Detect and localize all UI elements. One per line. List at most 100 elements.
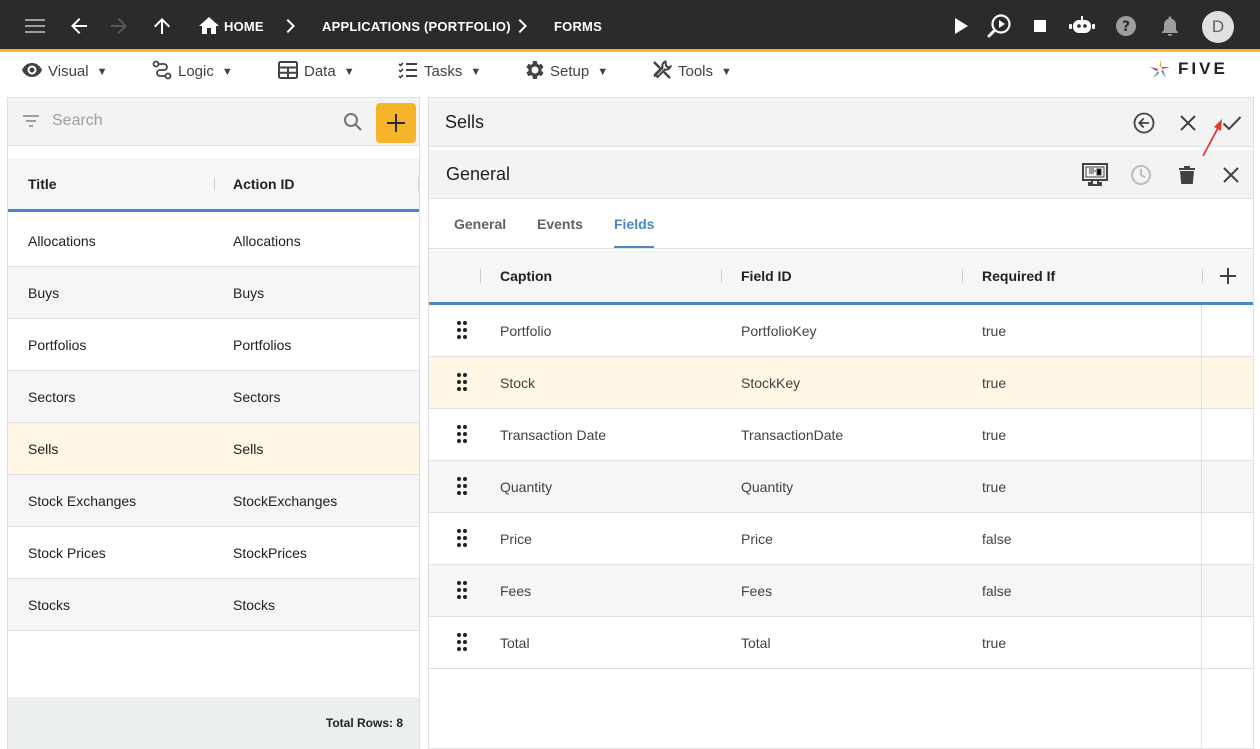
table-row[interactable]: Sectors Sectors <box>8 371 419 423</box>
chat-bot-icon[interactable] <box>1068 0 1096 52</box>
search-bar: Search <box>8 98 419 146</box>
menu-icon[interactable] <box>20 0 50 52</box>
caret-down-icon: ▼ <box>470 65 482 78</box>
home-icon[interactable] <box>198 0 220 52</box>
table-row[interactable]: Quantity Quantity true <box>429 461 1253 513</box>
menu-tasks[interactable]: Tasks ▼ <box>398 55 481 88</box>
table-row[interactable]: Allocations Allocations <box>8 215 419 267</box>
clock-icon <box>1131 164 1151 185</box>
column-divider <box>1201 409 1202 461</box>
play-icon[interactable] <box>950 0 972 52</box>
breadcrumb-forms[interactable]: FORMS <box>554 0 602 52</box>
table-row[interactable]: Stocks Stocks <box>8 579 419 631</box>
history-button[interactable] <box>1125 150 1157 199</box>
breadcrumb-home[interactable]: HOME <box>224 0 264 52</box>
table-row[interactable]: Total Total true <box>429 617 1253 669</box>
add-field-button[interactable] <box>1212 250 1244 301</box>
column-header-action-id[interactable]: Action ID <box>233 158 294 209</box>
drag-handle-icon[interactable] <box>457 477 467 500</box>
drag-handle-icon[interactable] <box>457 321 467 344</box>
cell-action-id: Buys <box>233 284 265 301</box>
table-icon <box>278 60 298 83</box>
up-arrow-icon[interactable] <box>150 0 174 52</box>
menu-data[interactable]: Data ▼ <box>278 55 355 88</box>
back-arrow-icon[interactable] <box>66 0 92 52</box>
tab-general-label: General <box>454 216 507 232</box>
menu-setup[interactable]: Setup ▼ <box>524 55 608 88</box>
column-divider <box>962 269 963 283</box>
menu-logic[interactable]: Logic ▼ <box>152 55 233 88</box>
drag-handle-icon[interactable] <box>457 633 467 656</box>
stop-icon[interactable] <box>1030 0 1050 52</box>
cell-caption: Quantity <box>500 478 553 495</box>
filter-icon[interactable] <box>22 112 40 135</box>
column-header-title[interactable]: Title <box>28 158 57 209</box>
table-row[interactable]: Buys Buys <box>8 267 419 319</box>
column-divider <box>1201 357 1202 409</box>
cell-field-id: StockKey <box>741 374 801 391</box>
menu-tools[interactable]: Tools ▼ <box>652 55 732 88</box>
add-record-button[interactable] <box>376 103 416 143</box>
list-table-header: Title Action ID <box>8 158 419 212</box>
column-header-required-if[interactable]: Required If <box>982 250 1055 301</box>
debug-search-icon[interactable] <box>986 0 1014 52</box>
cell-caption: Price <box>500 530 532 547</box>
cell-title: Stock Exchanges <box>28 492 137 509</box>
delete-button[interactable] <box>1171 150 1203 199</box>
cell-title: Portfolios <box>28 336 87 353</box>
menu-visual-label: Visual <box>48 63 89 80</box>
table-row[interactable]: Stock Prices StockPrices <box>8 527 419 579</box>
search-input[interactable]: Search <box>52 112 103 130</box>
chevron-right-icon <box>286 0 296 52</box>
cell-title: Sectors <box>28 388 76 405</box>
menu-visual[interactable]: Visual ▼ <box>22 55 107 88</box>
column-divider <box>480 269 481 283</box>
column-divider <box>214 177 215 191</box>
table-row[interactable]: Price Price false <box>429 513 1253 565</box>
cell-field-id: Quantity <box>741 478 794 495</box>
table-row-selected[interactable]: Sells Sells <box>8 423 419 475</box>
drag-handle-icon[interactable] <box>457 581 467 604</box>
five-logo: FIVE <box>1148 56 1228 82</box>
five-logo-mark-icon <box>1150 59 1170 78</box>
caret-down-icon: ▼ <box>721 65 732 78</box>
table-row[interactable]: Fees Fees false <box>429 565 1253 617</box>
five-logo-text: FIVE <box>1178 59 1228 78</box>
bell-icon[interactable] <box>1158 0 1182 52</box>
drag-handle-icon[interactable] <box>457 425 467 448</box>
cell-field-id: Fees <box>741 582 773 599</box>
forward-arrow-icon[interactable] <box>106 0 132 52</box>
tab-bar: General Events Fields <box>429 200 1253 249</box>
cell-caption: Total <box>500 634 530 651</box>
preview-button[interactable] <box>1079 150 1111 199</box>
cell-field-id: Total <box>741 634 771 651</box>
avatar[interactable]: D <box>1202 11 1234 43</box>
column-header-caption[interactable]: Caption <box>500 250 552 301</box>
breadcrumb-applications[interactable]: APPLICATIONS (PORTFOLIO) <box>322 0 511 52</box>
cell-action-id: Portfolios <box>233 336 292 353</box>
annotation-arrow-icon <box>1202 119 1222 157</box>
table-row[interactable]: Portfolios Portfolios <box>8 319 419 371</box>
cell-required-if: false <box>982 582 1012 599</box>
column-divider <box>1201 461 1202 513</box>
tab-events[interactable]: Events <box>537 200 583 248</box>
logic-icon <box>152 60 172 84</box>
drag-handle-icon[interactable] <box>457 373 467 396</box>
svg-text:?: ? <box>1122 19 1130 35</box>
tab-general[interactable]: General <box>454 200 506 248</box>
cell-action-id: Sectors <box>233 388 281 405</box>
table-row[interactable]: Portfolio PortfolioKey true <box>429 305 1253 357</box>
tab-fields[interactable]: Fields <box>614 200 655 248</box>
drag-handle-icon[interactable] <box>457 529 467 552</box>
table-row[interactable]: Transaction Date TransactionDate true <box>429 409 1253 461</box>
back-circle-button[interactable] <box>1128 98 1160 147</box>
table-row-selected[interactable]: Stock StockKey true <box>429 357 1253 409</box>
search-icon[interactable] <box>343 112 363 137</box>
column-header-field-id[interactable]: Field ID <box>741 250 792 301</box>
help-icon[interactable]: ? <box>1114 0 1138 52</box>
table-row[interactable]: Stock Exchanges StockExchanges <box>8 475 419 527</box>
cell-title: Sells <box>28 440 59 457</box>
cell-field-id: TransactionDate <box>741 426 844 443</box>
menu-bar: Visual ▼ Logic ▼ Data ▼ Tasks ▼ Setup ▼ Tools… <box>0 55 1260 91</box>
caret-down-icon: ▼ <box>597 65 609 78</box>
